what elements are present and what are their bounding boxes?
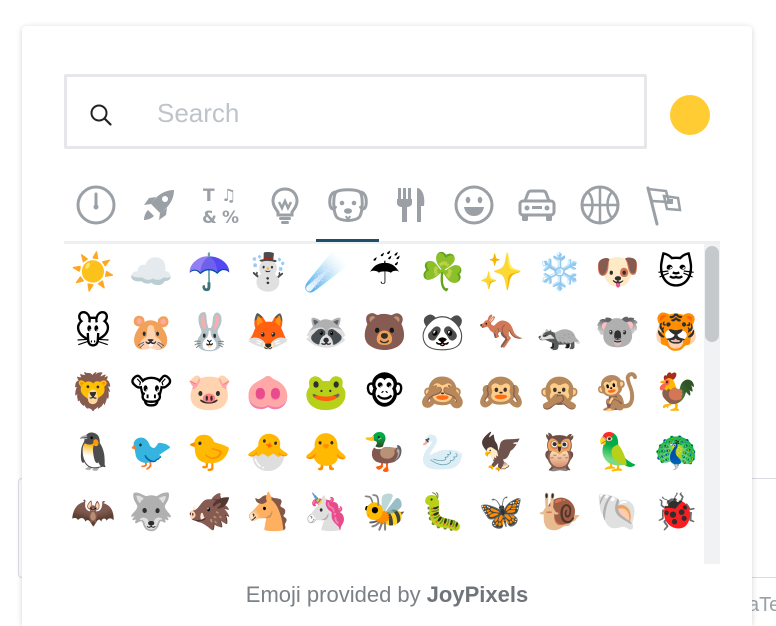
emoji-item[interactable]: ✨ xyxy=(472,244,530,302)
emoji-item[interactable]: 🐦 xyxy=(122,424,180,482)
emoji-item[interactable]: 🦄 xyxy=(297,484,355,542)
emoji-item[interactable]: 🐵 xyxy=(356,364,414,422)
emoji-item[interactable]: 🦝 xyxy=(297,304,355,362)
emoji-row: 🐧 🐦 🐤 🐣 🐥 🦆 🦢 🦅 🦉 🦜 🦚 xyxy=(64,424,704,484)
emoji-row: ☀️ ☁️ ☂️ ☃️ ☄️ ☔ ☘️ ✨ ❄️ 🐶 🐱 xyxy=(64,244,704,304)
emoji-item[interactable]: 🦡 xyxy=(530,304,588,362)
emoji-item[interactable]: 🦚 xyxy=(647,424,704,482)
svg-text:%: % xyxy=(222,208,239,226)
scrollbar[interactable] xyxy=(704,244,720,564)
recent-clock-icon xyxy=(76,185,115,225)
dog-face-icon xyxy=(327,188,368,222)
emoji-item[interactable]: 🐣 xyxy=(239,424,297,482)
emoji-item[interactable]: ☘️ xyxy=(414,244,472,302)
tab-objects[interactable] xyxy=(253,176,316,240)
rocket-icon xyxy=(143,190,174,220)
smiley-icon xyxy=(454,185,493,225)
emoji-item[interactable]: 🐓 xyxy=(647,364,704,422)
emoji-item[interactable]: 🐚 xyxy=(589,484,647,542)
scrollbar-thumb[interactable] xyxy=(705,246,719,342)
emoji-row: 🦁 🐮 🐷 🐽 🐸 🐵 🙈 🙉 🙊 🐒 🐓 xyxy=(64,364,704,424)
symbols-icon: T ♫ & % xyxy=(202,186,239,226)
emoji-item[interactable]: 🦇 xyxy=(64,484,122,542)
background-partial-text: aTe xyxy=(748,594,776,616)
lightbulb-icon xyxy=(270,187,299,224)
emoji-item[interactable]: 🐶 xyxy=(589,244,647,302)
emoji-row: 🦇 🐺 🐗 🐴 🦄 🐝 🐛 🦋 🐌 🐚 🐞 xyxy=(64,484,704,544)
emoji-item[interactable]: 🐧 xyxy=(64,424,122,482)
fork-knife-icon xyxy=(396,188,424,222)
tab-food[interactable] xyxy=(379,176,442,240)
skin-tone-button[interactable] xyxy=(670,95,710,135)
emoji-item[interactable]: 🙈 xyxy=(414,364,472,422)
search-box[interactable] xyxy=(64,74,647,149)
emoji-item[interactable]: 🐒 xyxy=(589,364,647,422)
emoji-item[interactable]: 🦊 xyxy=(239,304,297,362)
emoji-item[interactable]: 🐮 xyxy=(122,364,180,422)
emoji-item[interactable]: 🐸 xyxy=(297,364,355,422)
tab-travel[interactable] xyxy=(127,176,190,240)
emoji-item[interactable]: 🙉 xyxy=(472,364,530,422)
svg-text:&: & xyxy=(202,208,217,226)
search-icon xyxy=(89,103,113,127)
emoji-item[interactable]: 🐹 xyxy=(122,304,180,362)
emoji-item[interactable]: 🐥 xyxy=(297,424,355,482)
tab-recent[interactable] xyxy=(64,176,127,240)
emoji-item[interactable]: 🐼 xyxy=(414,304,472,362)
emoji-item[interactable]: 🐯 xyxy=(647,304,704,362)
emoji-item[interactable]: 🐗 xyxy=(181,484,239,542)
emoji-item[interactable]: ☀️ xyxy=(64,244,122,302)
tab-activity[interactable] xyxy=(505,176,568,240)
emoji-item[interactable]: 🐻 xyxy=(356,304,414,362)
emoji-item[interactable]: 🦋 xyxy=(472,484,530,542)
emoji-item[interactable]: ❄️ xyxy=(530,244,588,302)
tab-nature[interactable] xyxy=(316,176,379,240)
background-panel-right xyxy=(748,478,776,578)
tab-people[interactable] xyxy=(442,176,505,240)
emoji-item[interactable]: 🐰 xyxy=(181,304,239,362)
category-tabs: T ♫ & % xyxy=(64,176,720,244)
emoji-item[interactable]: 🐞 xyxy=(647,484,704,542)
emoji-item[interactable]: ☃️ xyxy=(239,244,297,302)
emoji-item[interactable]: 🦅 xyxy=(472,424,530,482)
flags-icon xyxy=(645,186,681,226)
emoji-item[interactable]: 🦆 xyxy=(356,424,414,482)
emoji-item[interactable]: 🦁 xyxy=(64,364,122,422)
car-icon xyxy=(518,189,555,221)
svg-text:T: T xyxy=(203,186,215,206)
emoji-item[interactable]: 🐝 xyxy=(356,484,414,542)
emoji-item[interactable]: ☔ xyxy=(356,244,414,302)
emoji-item[interactable]: 🐭 xyxy=(64,304,122,362)
emoji-grid: ☀️ ☁️ ☂️ ☃️ ☄️ ☔ ☘️ ✨ ❄️ 🐶 🐱 🐭 🐹 🐰 🦊 🦝 🐻 🐼 🦘 🦡 🐨 🐯 🦁 🐮 🐷 🐽 🐸 🐵 🙈 🙉 🙊 🐒 🐓… xyxy=(64,244,704,564)
tab-sports[interactable] xyxy=(568,176,631,240)
emoji-item[interactable]: 🐛 xyxy=(414,484,472,542)
emoji-item[interactable]: 🙊 xyxy=(530,364,588,422)
footer-brand: JoyPixels xyxy=(426,582,529,607)
footer-text: Emoji provided by xyxy=(245,582,421,607)
emoji-picker: T ♫ & % xyxy=(22,26,752,626)
emoji-item[interactable]: ☁️ xyxy=(122,244,180,302)
basketball-icon xyxy=(580,185,619,225)
emoji-item[interactable]: 🦉 xyxy=(530,424,588,482)
emoji-item[interactable]: ☂️ xyxy=(181,244,239,302)
emoji-item[interactable]: ☄️ xyxy=(297,244,355,302)
tab-symbols[interactable]: T ♫ & % xyxy=(190,176,253,240)
attribution-footer: Emoji provided by JoyPixels xyxy=(22,564,752,626)
emoji-item[interactable]: 🐤 xyxy=(181,424,239,482)
emoji-item[interactable]: 🐌 xyxy=(530,484,588,542)
emoji-item[interactable]: 🐽 xyxy=(239,364,297,422)
emoji-item[interactable]: 🐷 xyxy=(181,364,239,422)
svg-text:♫: ♫ xyxy=(221,186,236,206)
search-input[interactable] xyxy=(155,95,619,131)
emoji-item[interactable]: 🐴 xyxy=(239,484,297,542)
tab-flags[interactable] xyxy=(631,176,694,240)
emoji-item[interactable]: 🐨 xyxy=(589,304,647,362)
emoji-item[interactable]: 🦜 xyxy=(589,424,647,482)
active-tab-indicator xyxy=(316,239,379,242)
emoji-item[interactable]: 🐱 xyxy=(647,244,704,302)
emoji-item[interactable]: 🦘 xyxy=(472,304,530,362)
emoji-row: 🐭 🐹 🐰 🦊 🦝 🐻 🐼 🦘 🦡 🐨 🐯 xyxy=(64,304,704,364)
emoji-item[interactable]: 🦢 xyxy=(414,424,472,482)
emoji-item[interactable]: 🐺 xyxy=(122,484,180,542)
